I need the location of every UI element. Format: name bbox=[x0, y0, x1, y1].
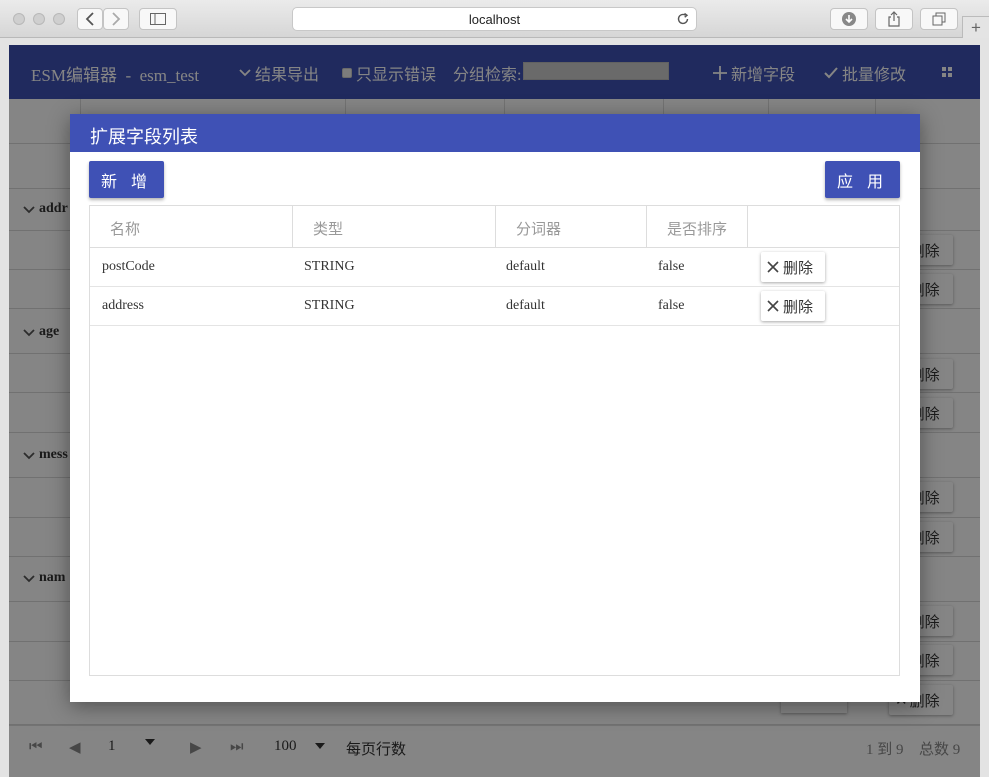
cell-type: STRING bbox=[304, 298, 355, 313]
cell-name: address bbox=[102, 298, 144, 313]
share-button[interactable] bbox=[875, 8, 913, 30]
table-row: postCode STRING default false 删除 bbox=[90, 248, 899, 287]
delete-row-button[interactable]: 删除 bbox=[761, 291, 825, 321]
column-header-type[interactable]: 类型 bbox=[293, 206, 496, 247]
tabs-overview-button[interactable] bbox=[920, 8, 958, 30]
cell-tokenizer: default bbox=[506, 259, 545, 274]
zoom-window-button[interactable] bbox=[53, 13, 65, 25]
address-bar[interactable]: localhost bbox=[292, 7, 697, 31]
table-row: address STRING default false 删除 bbox=[90, 287, 899, 326]
column-header-actions bbox=[748, 206, 899, 247]
extended-fields-table: 名称 类型 分词器 是否排序 postCode STRING default f… bbox=[89, 205, 900, 676]
column-header-tokenizer[interactable]: 分词器 bbox=[496, 206, 647, 247]
download-icon bbox=[842, 12, 856, 26]
reload-icon[interactable] bbox=[676, 12, 690, 26]
chevron-right-icon bbox=[112, 12, 121, 26]
apply-button[interactable]: 应 用 bbox=[825, 161, 900, 198]
new-tab-button[interactable]: + bbox=[962, 16, 989, 38]
forward-button[interactable] bbox=[103, 8, 129, 30]
close-icon bbox=[767, 300, 779, 312]
minimize-window-button[interactable] bbox=[33, 13, 45, 25]
table-header: 名称 类型 分词器 是否排序 bbox=[90, 206, 899, 248]
sidebar-toggle-button[interactable] bbox=[139, 8, 177, 30]
cell-name: postCode bbox=[102, 259, 155, 274]
sidebar-icon bbox=[150, 13, 166, 25]
back-button[interactable] bbox=[77, 8, 103, 30]
plus-icon: + bbox=[971, 17, 981, 37]
cell-sortable: false bbox=[658, 298, 685, 313]
delete-label: 删除 bbox=[783, 260, 814, 277]
close-icon bbox=[767, 261, 779, 273]
add-button[interactable]: 新 增 bbox=[89, 161, 164, 198]
browser-toolbar: localhost + bbox=[0, 0, 989, 38]
cell-sortable: false bbox=[658, 259, 685, 274]
delete-label: 删除 bbox=[783, 299, 814, 316]
column-header-sortable[interactable]: 是否排序 bbox=[647, 206, 748, 247]
tabs-icon bbox=[932, 12, 946, 26]
chevron-left-icon bbox=[85, 12, 94, 26]
dialog-title: 扩展字段列表 bbox=[70, 114, 920, 152]
column-header-name[interactable]: 名称 bbox=[90, 206, 293, 247]
share-icon bbox=[888, 11, 900, 27]
url-text: localhost bbox=[468, 11, 521, 27]
delete-row-button[interactable]: 删除 bbox=[761, 252, 825, 282]
cell-type: STRING bbox=[304, 259, 355, 274]
extended-fields-dialog: 扩展字段列表 新 增 应 用 名称 类型 分词器 是否排序 postCode S… bbox=[70, 114, 920, 702]
cell-tokenizer: default bbox=[506, 298, 545, 313]
downloads-button[interactable] bbox=[830, 8, 868, 30]
close-window-button[interactable] bbox=[13, 13, 25, 25]
